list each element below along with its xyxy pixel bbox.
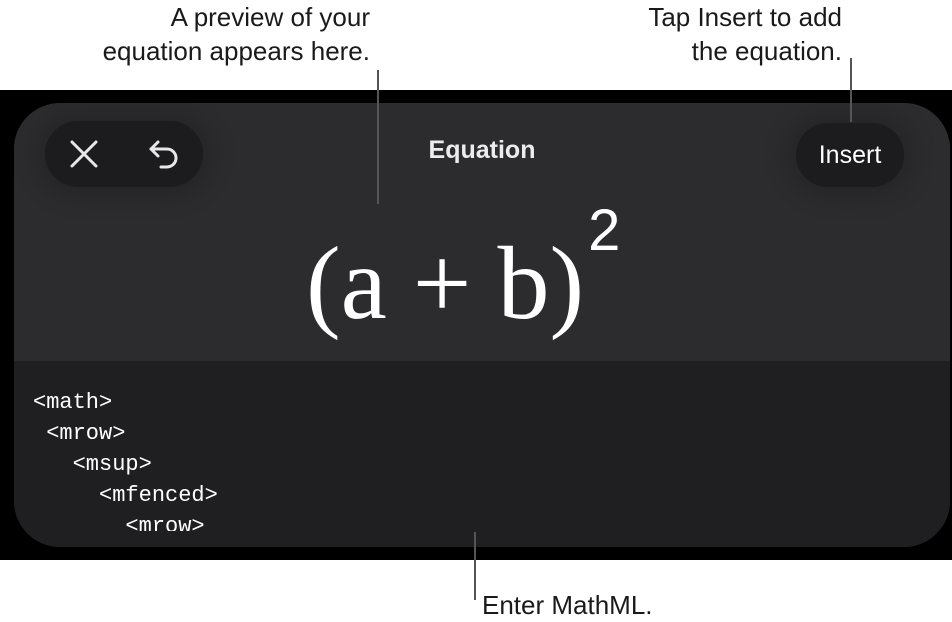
equation-preview-area: Equation Insert (a + b)2	[14, 103, 950, 361]
code-line: <mfenced>	[33, 483, 218, 508]
code-line: <mrow>	[33, 421, 126, 446]
code-line: <math>	[33, 390, 113, 415]
callout-preview-text: A preview of your equation appears here.	[103, 0, 370, 68]
equation-exponent: 2	[588, 198, 621, 263]
equation-panel: Equation Insert (a + b)2 <math> <mrow> <…	[14, 103, 950, 547]
insert-button[interactable]: Insert	[796, 123, 904, 187]
leader-line-mathml	[474, 532, 476, 600]
callout-insert-line-2: the equation.	[691, 36, 842, 66]
code-line: <mrow>	[33, 514, 205, 531]
code-line: <msup>	[33, 452, 152, 477]
equation-preview: (a + b)2	[306, 198, 620, 349]
callout-insert-text: Tap Insert to add the equation.	[648, 0, 842, 68]
equation-base: (a + b)	[306, 226, 585, 341]
leader-line-preview	[377, 70, 379, 204]
mathml-editor-area: <math> <mrow> <msup> <mfenced> <mrow>	[14, 361, 950, 547]
callout-insert-line-1: Tap Insert to add	[648, 2, 842, 32]
callout-preview-line-1: A preview of your	[170, 2, 370, 32]
callout-mathml-text: Enter MathML.	[482, 590, 653, 620]
callout-preview-line-2: equation appears here.	[102, 36, 370, 66]
leader-line-insert	[850, 58, 852, 122]
mathml-input[interactable]: <math> <mrow> <msup> <mfenced> <mrow>	[33, 387, 913, 531]
device-frame: Equation Insert (a + b)2 <math> <mrow> <…	[0, 90, 952, 560]
